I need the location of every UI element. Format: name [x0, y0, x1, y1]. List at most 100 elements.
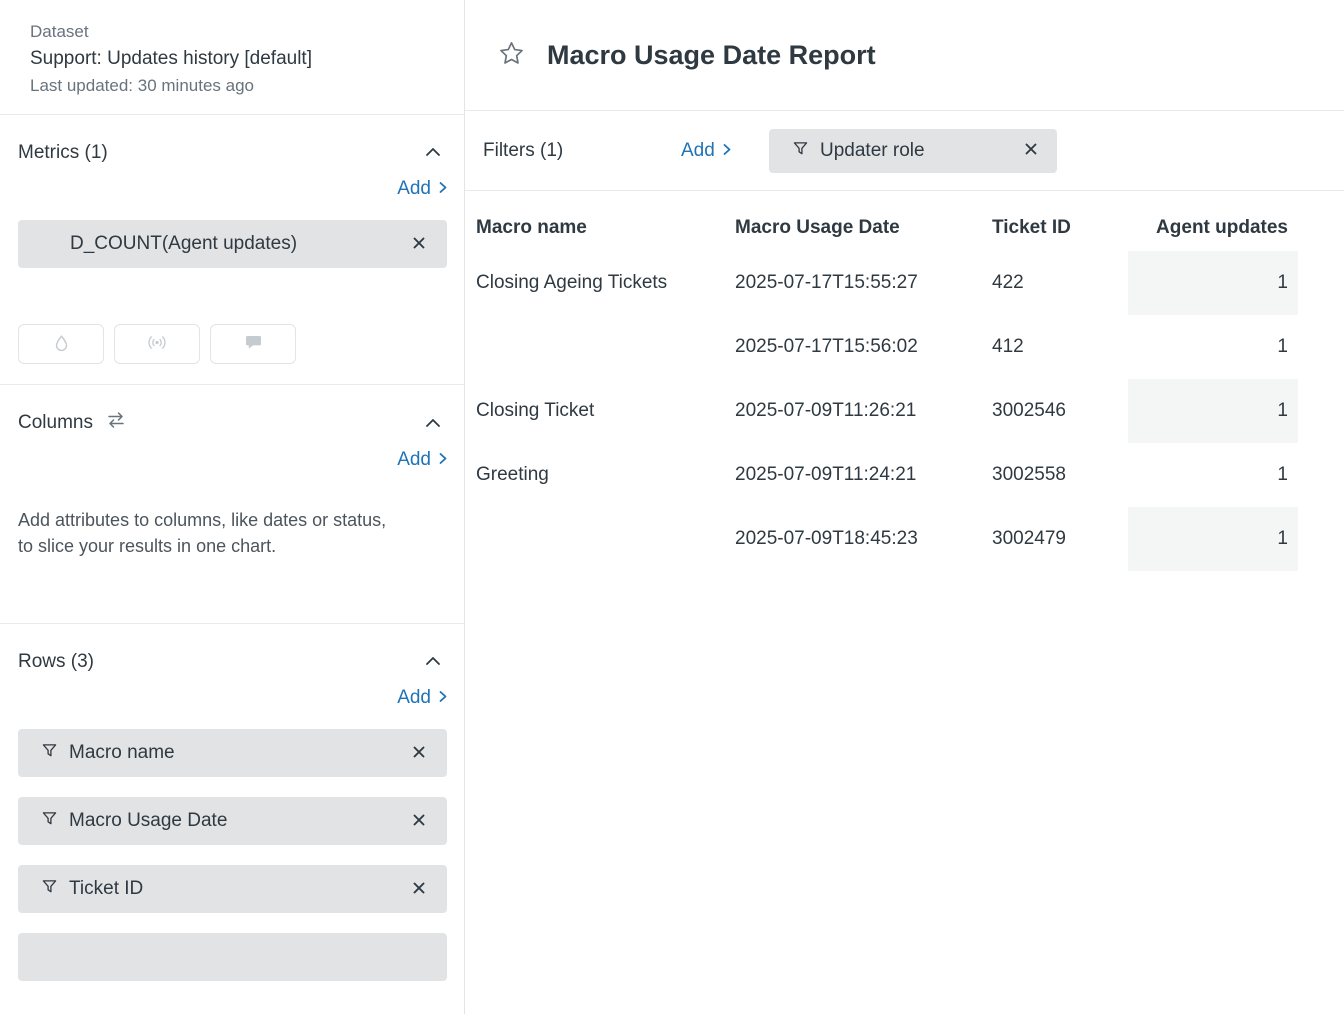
favorite-button[interactable]	[496, 38, 527, 72]
metrics-title: Metrics (1)	[18, 142, 108, 164]
rows-add-button[interactable]: Add	[397, 687, 447, 709]
row-chip-remove-button[interactable]	[409, 810, 429, 833]
agent-updates-cell: 1	[1128, 507, 1298, 571]
macro-name-cell: Greeting	[476, 464, 735, 486]
filter-chip-updater-role[interactable]: Updater role	[769, 129, 1057, 173]
macro-usage-date-cell: 2025-07-09T11:24:21	[735, 464, 992, 486]
row-chip-remove-button[interactable]	[409, 878, 429, 901]
chevron-right-icon	[439, 178, 447, 200]
macro-name-cell: Closing Ageing Tickets	[476, 272, 735, 294]
metric-chip-remove-button[interactable]	[409, 233, 429, 256]
report-header: Macro Usage Date Report	[465, 0, 1344, 111]
columns-helper-text: Add attributes to columns, like dates or…	[18, 507, 390, 559]
droplet-icon	[54, 334, 69, 355]
rows-panel: Rows (3) Add Macro	[0, 624, 464, 1001]
columns-title: Columns	[18, 412, 93, 434]
chat-bubble-icon	[245, 335, 262, 353]
filter-chip-remove-button[interactable]	[1021, 139, 1041, 162]
column-header: Ticket ID	[992, 217, 1128, 239]
filter-icon	[42, 811, 57, 831]
ticket-id-cell: 3002546	[992, 400, 1128, 422]
filter-icon	[42, 879, 57, 899]
close-icon	[413, 237, 425, 252]
columns-panel: Columns Add A	[0, 385, 464, 624]
table-row: 2025-07-09T18:45:23 3002479 1	[476, 507, 1344, 571]
table-header-row: Macro name Macro Usage Date Ticket ID Ag…	[476, 205, 1344, 251]
agent-updates-cell: 1	[1128, 379, 1298, 443]
close-icon	[413, 814, 425, 829]
ticket-id-cell: 412	[992, 336, 1128, 358]
row-chip-macro-name[interactable]: Macro name	[18, 729, 447, 777]
chevron-up-icon	[425, 654, 441, 669]
dataset-last-updated: Last updated: 30 minutes ago	[30, 76, 434, 96]
column-header: Agent updates	[1128, 205, 1298, 251]
chevron-up-icon	[425, 416, 441, 431]
filter-icon	[793, 141, 808, 161]
filters-add-label: Add	[681, 140, 715, 162]
filters-bar: Filters (1) Add Updater role	[465, 111, 1344, 191]
columns-add-button[interactable]: Add	[397, 449, 447, 471]
agent-updates-cell: 1	[1128, 251, 1298, 315]
ticket-id-cell: 3002479	[992, 528, 1128, 550]
swap-columns-icon[interactable]	[105, 411, 127, 435]
chevron-up-icon	[425, 145, 441, 160]
rows-collapse-button[interactable]	[419, 650, 447, 673]
metric-chip-label: D_COUNT(Agent updates)	[70, 233, 397, 255]
dataset-name: Support: Updates history [default]	[30, 48, 434, 70]
macro-usage-date-cell: 2025-07-09T11:26:21	[735, 400, 992, 422]
ticket-id-cell: 422	[992, 272, 1128, 294]
column-header: Macro name	[476, 217, 735, 239]
chevron-right-icon	[439, 449, 447, 471]
table-row: Closing Ticket 2025-07-09T11:26:21 30025…	[476, 379, 1344, 443]
report-title: Macro Usage Date Report	[547, 40, 876, 71]
close-icon	[413, 746, 425, 761]
row-chip-label: Macro Usage Date	[69, 810, 397, 832]
metrics-collapse-button[interactable]	[419, 141, 447, 164]
droplet-option-button[interactable]	[18, 324, 104, 364]
app-window: Dataset Support: Updates history [defaul…	[0, 0, 1344, 1014]
table-row: 2025-07-17T15:56:02 412 1	[476, 315, 1344, 379]
rows-add-label: Add	[397, 687, 431, 709]
metrics-panel: Metrics (1) Add D_COUNT(Agent updates)	[0, 115, 464, 385]
ticket-id-cell: 3002558	[992, 464, 1128, 486]
agent-updates-cell: 1	[1128, 443, 1298, 507]
close-icon	[1025, 143, 1037, 158]
filter-icon	[42, 743, 57, 763]
metric-display-options	[18, 324, 447, 364]
columns-add-label: Add	[397, 449, 431, 471]
agent-updates-cell: 1	[1128, 315, 1298, 379]
filter-chip-label: Updater role	[820, 140, 1009, 162]
chevron-right-icon	[439, 687, 447, 709]
macro-usage-date-cell: 2025-07-17T15:55:27	[735, 272, 992, 294]
macro-usage-date-cell: 2025-07-09T18:45:23	[735, 528, 992, 550]
row-chip-remove-button[interactable]	[409, 742, 429, 765]
columns-collapse-button[interactable]	[419, 412, 447, 435]
report-main: Macro Usage Date Report Filters (1) Add …	[465, 0, 1344, 1014]
dataset-label: Dataset	[30, 22, 434, 42]
close-icon	[413, 882, 425, 897]
broadcast-option-button[interactable]	[114, 324, 200, 364]
metric-chip[interactable]: D_COUNT(Agent updates)	[18, 220, 447, 268]
chevron-right-icon	[723, 140, 731, 162]
row-chip-partial[interactable]	[18, 933, 447, 981]
table-row: Greeting 2025-07-09T11:24:21 3002558 1	[476, 443, 1344, 507]
row-chip-macro-usage-date[interactable]: Macro Usage Date	[18, 797, 447, 845]
broadcast-icon	[147, 335, 167, 353]
row-chip-ticket-id[interactable]: Ticket ID	[18, 865, 447, 913]
filters-add-button[interactable]: Add	[681, 140, 741, 162]
report-builder-sidebar: Dataset Support: Updates history [defaul…	[0, 0, 465, 1014]
row-chip-label: Ticket ID	[69, 878, 397, 900]
column-header: Macro Usage Date	[735, 217, 992, 239]
chat-option-button[interactable]	[210, 324, 296, 364]
metrics-add-label: Add	[397, 178, 431, 200]
filters-title: Filters (1)	[483, 140, 681, 162]
star-icon	[498, 40, 525, 70]
dataset-section: Dataset Support: Updates history [defaul…	[0, 0, 464, 115]
row-chip-label: Macro name	[69, 742, 397, 764]
results-table: Macro name Macro Usage Date Ticket ID Ag…	[465, 191, 1344, 571]
rows-title: Rows (3)	[18, 651, 94, 673]
macro-usage-date-cell: 2025-07-17T15:56:02	[735, 336, 992, 358]
macro-name-cell: Closing Ticket	[476, 400, 735, 422]
table-row: Closing Ageing Tickets 2025-07-17T15:55:…	[476, 251, 1344, 315]
metrics-add-button[interactable]: Add	[397, 178, 447, 200]
